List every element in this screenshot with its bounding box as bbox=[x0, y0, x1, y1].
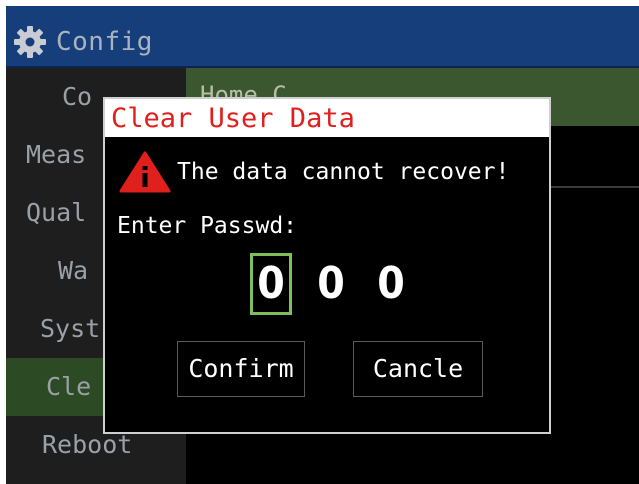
sidebar-item-label: Qual bbox=[26, 198, 87, 227]
cancel-button[interactable]: Cancle bbox=[353, 341, 483, 397]
dialog-title: Clear User Data bbox=[111, 103, 355, 134]
clear-user-data-dialog: Clear User Data The data cannot recover!… bbox=[103, 97, 551, 434]
device-screen: Config Co Meas Qual Wa Syst Cle Reboot H… bbox=[6, 6, 639, 484]
sidebar-item-label: Meas bbox=[26, 140, 87, 169]
sidebar-item-label: Co bbox=[62, 82, 93, 111]
dialog-header: Clear User Data bbox=[105, 99, 549, 137]
warning-icon bbox=[119, 151, 171, 193]
gear-icon bbox=[14, 26, 46, 58]
warning-message: The data cannot recover! bbox=[177, 159, 510, 185]
sidebar-item-label: Syst bbox=[40, 314, 101, 343]
password-digit-1[interactable]: 0 bbox=[250, 253, 292, 315]
app-title: Config bbox=[56, 27, 153, 57]
password-label: Enter Passwd: bbox=[117, 213, 298, 239]
password-digit-2[interactable]: 0 bbox=[310, 253, 352, 315]
sidebar-item-label: Wa bbox=[58, 256, 89, 285]
password-digit-3[interactable]: 0 bbox=[370, 253, 412, 315]
sidebar-item-label: Reboot bbox=[42, 430, 133, 459]
title-bar: Config bbox=[6, 6, 639, 68]
sidebar-item-label: Cle bbox=[46, 372, 92, 401]
confirm-button[interactable]: Confirm bbox=[177, 341, 305, 397]
